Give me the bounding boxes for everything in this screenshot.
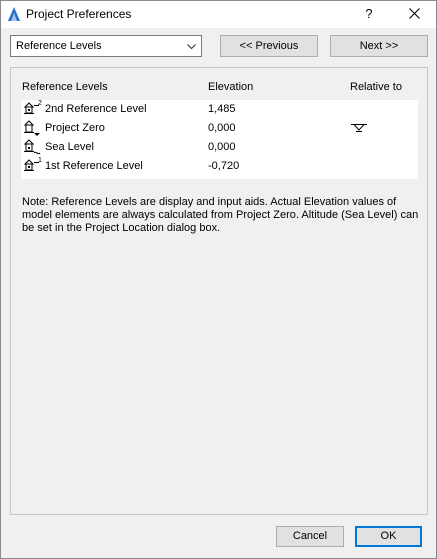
column-header-relative-to: Relative to bbox=[350, 81, 402, 93]
close-button[interactable] bbox=[401, 4, 427, 24]
next-button[interactable]: Next >> bbox=[330, 35, 428, 57]
reference-levels-table: 2 2nd Reference Level 1,485 Project Zero bbox=[21, 100, 418, 179]
level-elevation: 0,000 bbox=[208, 122, 236, 134]
note-text: Note: Reference Levels are display and i… bbox=[22, 196, 419, 234]
level-name: 2nd Reference Level bbox=[45, 103, 147, 115]
reference-levels-panel: Reference Levels Elevation Relative to 2… bbox=[10, 67, 428, 515]
level-name: 1st Reference Level bbox=[45, 160, 143, 172]
previous-button[interactable]: << Previous bbox=[220, 35, 318, 57]
table-row[interactable]: Project Zero 0,000 bbox=[21, 119, 418, 138]
ok-button[interactable]: OK bbox=[355, 526, 422, 547]
page-select-dropdown[interactable]: Reference Levels bbox=[10, 35, 202, 57]
table-row[interactable]: Sea Level 0,000 bbox=[21, 138, 418, 157]
level-name: Project Zero bbox=[45, 122, 105, 134]
svg-text:1: 1 bbox=[38, 157, 42, 164]
level-elevation: -0,720 bbox=[208, 160, 240, 172]
relative-to-marker-icon[interactable] bbox=[350, 123, 368, 133]
cancel-button[interactable]: Cancel bbox=[276, 526, 344, 547]
column-header-reference-levels: Reference Levels bbox=[22, 81, 108, 93]
close-icon bbox=[408, 8, 420, 19]
level-elevation: 0,000 bbox=[208, 141, 236, 153]
archicad-app-icon bbox=[7, 6, 21, 22]
level-name: Sea Level bbox=[45, 141, 94, 153]
level-elevation: 1,485 bbox=[208, 103, 236, 115]
reference-level-1-icon: 1 bbox=[23, 157, 43, 175]
column-header-elevation: Elevation bbox=[208, 81, 254, 93]
table-row[interactable]: 2 2nd Reference Level 1,485 bbox=[21, 100, 418, 119]
chevron-down-icon bbox=[187, 42, 196, 50]
help-button[interactable]: ? bbox=[357, 4, 381, 24]
dropdown-value: Reference Levels bbox=[16, 40, 102, 52]
svg-text:2: 2 bbox=[38, 100, 42, 107]
window-title: Project Preferences bbox=[26, 7, 132, 21]
sea-level-icon bbox=[23, 138, 43, 156]
title-bar: Project Preferences ? bbox=[1, 1, 436, 28]
table-row[interactable]: 1 1st Reference Level -0,720 bbox=[21, 157, 418, 176]
project-preferences-dialog: Project Preferences ? Reference Levels <… bbox=[0, 0, 437, 559]
project-zero-icon bbox=[23, 119, 43, 137]
reference-level-2-icon: 2 bbox=[23, 100, 43, 118]
